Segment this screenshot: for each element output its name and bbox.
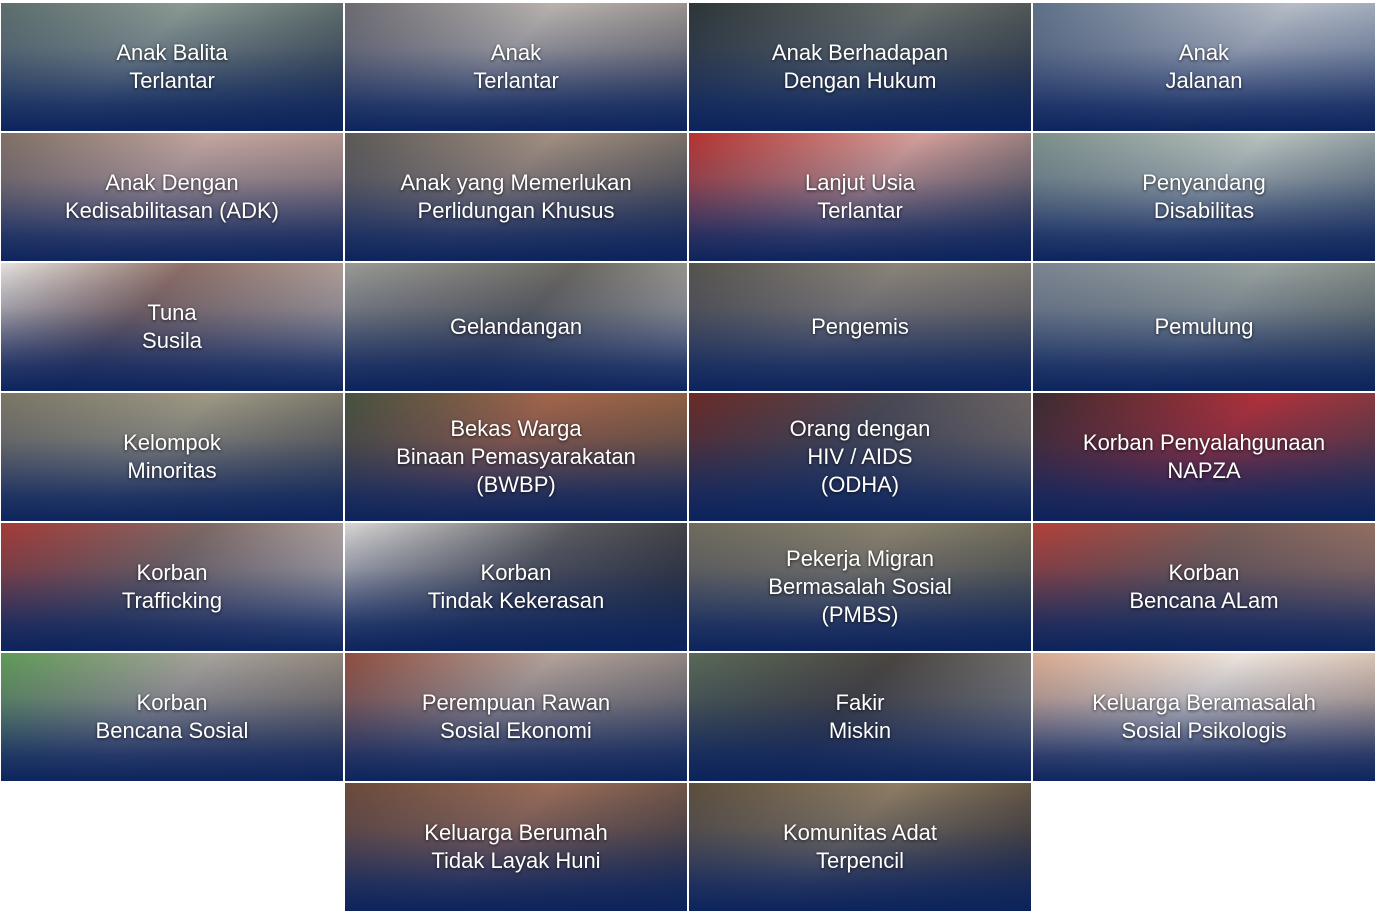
- tile-keluarga-bermasalah-sosial-psikologis[interactable]: Keluarga Beramasalah Sosial Psikologis: [1033, 653, 1375, 781]
- tile-label: Pengemis: [811, 314, 909, 339]
- tile-label: Anak Jalanan: [1165, 40, 1243, 93]
- tile-korban-bencana-alam[interactable]: Korban Bencana ALam: [1033, 523, 1375, 651]
- tile-label: Keluarga Berumah Tidak Layak Huni: [424, 820, 608, 873]
- tile-tuna-susila[interactable]: Tuna Susila: [1, 263, 343, 391]
- tile-label: Gelandangan: [449, 314, 583, 339]
- tile-pengemis[interactable]: Pengemis: [689, 263, 1031, 391]
- tile-label: Bekas Warga Binaan Pemasyarakatan (BWBP): [396, 416, 636, 497]
- tile-label: Anak Terlantar: [473, 40, 559, 93]
- tile-anak-terlantar[interactable]: Anak Terlantar: [345, 3, 687, 131]
- tile-label: Perempuan Rawan Sosial Ekonomi: [421, 690, 611, 743]
- tile-label: Komunitas Adat Terpencil: [782, 820, 938, 873]
- tile-anak-balita-terlantar[interactable]: Anak Balita Terlantar: [1, 3, 343, 131]
- tile-anak-dengan-kedisabilitasan[interactable]: Anak Dengan Kedisabilitasan (ADK): [1, 133, 343, 261]
- tile-label: Tuna Susila: [142, 300, 202, 353]
- tile-keluarga-berumah-tidak-layak-huni[interactable]: Keluarga Berumah Tidak Layak Huni: [345, 783, 687, 911]
- tile-korban-penyalahgunaan-napza[interactable]: Korban Penyalahgunaan NAPZA: [1033, 393, 1375, 521]
- tile-kelompok-minoritas[interactable]: Kelompok Minoritas: [1, 393, 343, 521]
- tile-gelandangan[interactable]: Gelandangan: [345, 263, 687, 391]
- tile-korban-bencana-sosial[interactable]: Korban Bencana Sosial: [1, 653, 343, 781]
- tile-label: Korban Tindak Kekerasan: [427, 560, 605, 613]
- tile-label: Kelompok Minoritas: [123, 430, 221, 483]
- tile-label: Korban Trafficking: [121, 560, 223, 613]
- tile-fakir-miskin[interactable]: Fakir Miskin: [689, 653, 1031, 781]
- tile-label: Fakir Miskin: [828, 690, 892, 743]
- tile-label: Penyandang Disabilitas: [1142, 170, 1266, 223]
- tile-anak-berhadapan-dengan-hukum[interactable]: Anak Berhadapan Dengan Hukum: [689, 3, 1031, 131]
- tile-label: Pekerja Migran Bermasalah Sosial (PMBS): [768, 546, 952, 627]
- pmks-category-grid: Anak Balita Terlantar Anak Terlantar Ana…: [0, 0, 1375, 912]
- tile-label: Korban Bencana Sosial: [95, 690, 249, 743]
- tile-bekas-warga-binaan-pemasyarakatan[interactable]: Bekas Warga Binaan Pemasyarakatan (BWBP): [345, 393, 687, 521]
- tile-label: Keluarga Beramasalah Sosial Psikologis: [1092, 690, 1316, 743]
- tile-label: Anak yang Memerlukan Perlidungan Khusus: [400, 170, 632, 223]
- tile-komunitas-adat-terpencil[interactable]: Komunitas Adat Terpencil: [689, 783, 1031, 911]
- tile-label: Korban Bencana ALam: [1129, 560, 1279, 613]
- tile-label: Pemulung: [1154, 314, 1254, 339]
- tile-label: Lanjut Usia Terlantar: [804, 170, 916, 223]
- tile-perempuan-rawan-sosial-ekonomi[interactable]: Perempuan Rawan Sosial Ekonomi: [345, 653, 687, 781]
- tile-label: Anak Berhadapan Dengan Hukum: [771, 40, 949, 93]
- tile-korban-tindak-kekerasan[interactable]: Korban Tindak Kekerasan: [345, 523, 687, 651]
- tile-pekerja-migran-bermasalah-sosial[interactable]: Pekerja Migran Bermasalah Sosial (PMBS): [689, 523, 1031, 651]
- tile-label: Anak Balita Terlantar: [116, 40, 228, 93]
- tile-korban-trafficking[interactable]: Korban Trafficking: [1, 523, 343, 651]
- tile-orang-dengan-hiv-aids[interactable]: Orang dengan HIV / AIDS (ODHA): [689, 393, 1031, 521]
- tile-lanjut-usia-terlantar[interactable]: Lanjut Usia Terlantar: [689, 133, 1031, 261]
- tile-label: Korban Penyalahgunaan NAPZA: [1082, 430, 1326, 483]
- tile-anak-memerlukan-perlindungan-khusus[interactable]: Anak yang Memerlukan Perlidungan Khusus: [345, 133, 687, 261]
- tile-label: Orang dengan HIV / AIDS (ODHA): [789, 416, 931, 497]
- tile-pemulung[interactable]: Pemulung: [1033, 263, 1375, 391]
- tile-anak-jalanan[interactable]: Anak Jalanan: [1033, 3, 1375, 131]
- tile-label: Anak Dengan Kedisabilitasan (ADK): [65, 170, 279, 223]
- tile-penyandang-disabilitas[interactable]: Penyandang Disabilitas: [1033, 133, 1375, 261]
